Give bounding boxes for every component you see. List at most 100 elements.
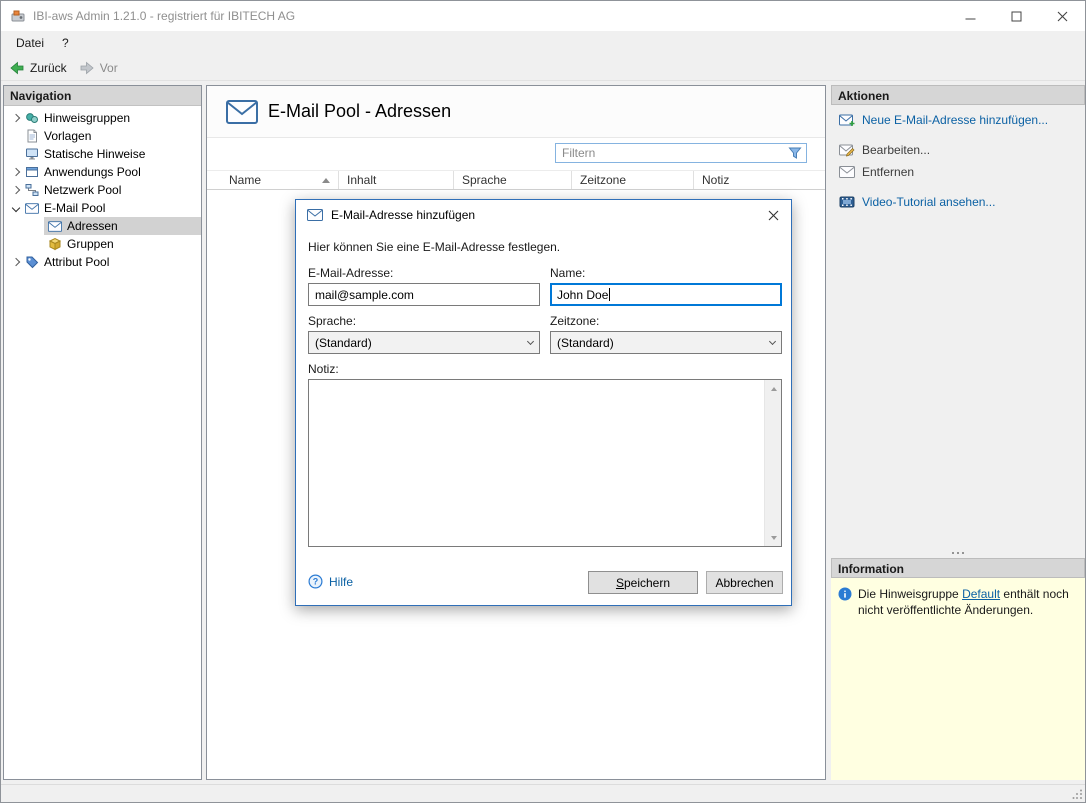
expand-toggle[interactable] bbox=[9, 169, 23, 175]
save-button[interactable]: Speichern bbox=[588, 571, 698, 594]
nav-item-anwendungs-pool[interactable]: Anwendungs Pool bbox=[4, 163, 201, 181]
nav-item-statische-hinweise[interactable]: Statische Hinweise bbox=[4, 145, 201, 163]
dialog-close-button[interactable] bbox=[755, 200, 791, 230]
column-label: Notiz bbox=[702, 173, 729, 187]
info-icon bbox=[838, 587, 852, 601]
forward-arrow-icon bbox=[79, 60, 95, 76]
chevron-down-icon bbox=[12, 204, 20, 212]
nav-item-attribut-pool[interactable]: Attribut Pool bbox=[4, 253, 201, 271]
envelope-icon bbox=[25, 203, 39, 214]
panel-splitter-handle[interactable] bbox=[831, 552, 1085, 554]
nav-item-label: Hinweisgruppen bbox=[44, 111, 130, 125]
column-header-inhalt[interactable]: Inhalt bbox=[339, 171, 454, 189]
nav-item-label: Netzwerk Pool bbox=[44, 183, 121, 197]
action-new-email-address[interactable]: Neue E-Mail-Adresse hinzufügen... bbox=[831, 109, 1085, 131]
help-link[interactable]: Hilfe bbox=[308, 574, 353, 589]
back-button[interactable]: Zurück bbox=[9, 60, 67, 76]
filter-box bbox=[555, 143, 807, 163]
maximize-button[interactable] bbox=[993, 1, 1039, 31]
video-icon bbox=[839, 195, 855, 209]
arrow-up-icon bbox=[771, 387, 777, 391]
action-edit[interactable]: Bearbeiten... bbox=[831, 139, 1085, 161]
close-button[interactable] bbox=[1039, 1, 1085, 31]
column-header-zeitzone[interactable]: Zeitzone bbox=[572, 171, 694, 189]
help-label: Hilfe bbox=[329, 575, 353, 589]
information-box: Die Hinweisgruppe Default enthält noch n… bbox=[831, 578, 1085, 780]
arrow-down-icon bbox=[771, 536, 777, 540]
action-video-tutorial[interactable]: Video-Tutorial ansehen... bbox=[831, 191, 1085, 213]
window-controls bbox=[947, 1, 1085, 31]
dialog-envelope-icon bbox=[307, 209, 323, 221]
chevron-right-icon bbox=[12, 258, 20, 266]
titlebar: IBI-aws Admin 1.21.0 - registriert für I… bbox=[1, 1, 1085, 31]
nav-item-label: E-Mail Pool bbox=[44, 201, 105, 215]
minimize-button[interactable] bbox=[947, 1, 993, 31]
column-header-name[interactable]: Name bbox=[207, 171, 339, 189]
scrollbar[interactable] bbox=[764, 380, 781, 546]
navigation-header: Navigation bbox=[4, 86, 201, 106]
column-header-notiz[interactable]: Notiz bbox=[694, 171, 825, 189]
menu-help[interactable]: ? bbox=[53, 33, 78, 53]
collapse-toggle[interactable] bbox=[9, 205, 23, 211]
email-pool-icon bbox=[226, 100, 258, 124]
chevron-right-icon bbox=[12, 168, 20, 176]
dropdown-button[interactable] bbox=[521, 332, 539, 353]
forward-label: Vor bbox=[100, 61, 118, 75]
nav-item-label: Attribut Pool bbox=[44, 255, 109, 269]
nav-item-netzwerk-pool[interactable]: Netzwerk Pool bbox=[4, 181, 201, 199]
default-link[interactable]: Default bbox=[962, 587, 1000, 601]
nav-item-adressen[interactable]: Adressen bbox=[44, 217, 201, 235]
nav-item-label: Statische Hinweise bbox=[44, 147, 145, 161]
language-label: Sprache: bbox=[308, 314, 356, 328]
nav-item-vorlagen[interactable]: Vorlagen bbox=[4, 127, 201, 145]
column-label: Name bbox=[229, 173, 261, 187]
action-remove[interactable]: Entfernen bbox=[831, 161, 1085, 183]
envelope-icon bbox=[48, 221, 62, 232]
email-label: E-Mail-Adresse: bbox=[308, 266, 393, 280]
column-label: Zeitzone bbox=[580, 173, 626, 187]
expand-toggle[interactable] bbox=[9, 115, 23, 121]
scroll-down-button[interactable] bbox=[765, 529, 782, 546]
resize-grip[interactable] bbox=[1072, 789, 1083, 800]
app-window: ? IBI-aws Admin 1.21.0 - registriert für… bbox=[0, 0, 1086, 803]
expand-toggle[interactable] bbox=[9, 259, 23, 265]
language-select[interactable]: (Standard) bbox=[308, 331, 540, 354]
expand-toggle[interactable] bbox=[9, 187, 23, 193]
envelope-edit-icon bbox=[839, 144, 855, 157]
envelope-add-icon bbox=[839, 114, 855, 127]
actions-panel: Neue E-Mail-Adresse hinzufügen... Bearbe… bbox=[831, 105, 1085, 558]
actions-header: Aktionen bbox=[831, 85, 1085, 105]
page-title: E-Mail Pool - Adressen bbox=[268, 101, 451, 122]
menu-datei[interactable]: Datei bbox=[7, 33, 53, 53]
app-window-icon bbox=[25, 165, 39, 179]
back-label: Zurück bbox=[30, 61, 67, 75]
action-label: Bearbeiten... bbox=[862, 143, 930, 157]
note-input[interactable] bbox=[308, 379, 782, 547]
dropdown-button[interactable] bbox=[763, 332, 781, 353]
filter-funnel-icon[interactable] bbox=[788, 146, 802, 160]
nav-item-email-pool[interactable]: E-Mail Pool bbox=[4, 199, 201, 217]
nav-item-hinweisgruppen[interactable]: Hinweisgruppen bbox=[4, 109, 201, 127]
forward-button[interactable]: Vor bbox=[79, 60, 118, 76]
scroll-up-button[interactable] bbox=[765, 380, 782, 397]
column-header-sprache[interactable]: Sprache bbox=[454, 171, 572, 189]
cancel-button[interactable]: Abbrechen bbox=[706, 571, 783, 594]
nav-item-gruppen[interactable]: Gruppen bbox=[44, 235, 201, 253]
chevron-down-icon bbox=[768, 338, 775, 345]
table-header: Name Inhalt Sprache Zeitzone Notiz bbox=[207, 170, 825, 190]
sort-ascending-icon bbox=[322, 178, 330, 183]
minimize-icon bbox=[965, 11, 976, 22]
action-label: Video-Tutorial ansehen... bbox=[862, 195, 995, 209]
dialog-titlebar: E-Mail-Adresse hinzufügen bbox=[296, 200, 791, 230]
save-label-accel: S bbox=[616, 576, 624, 590]
window-title: IBI-aws Admin 1.21.0 - registriert für I… bbox=[33, 9, 295, 23]
email-input[interactable] bbox=[308, 283, 540, 306]
filter-input[interactable] bbox=[556, 144, 788, 162]
timezone-select[interactable]: (Standard) bbox=[550, 331, 782, 354]
statusbar bbox=[1, 784, 1085, 802]
app-logo-icon bbox=[10, 8, 26, 24]
add-email-dialog: E-Mail-Adresse hinzufügen Hier können Si… bbox=[295, 199, 792, 606]
name-input[interactable]: John Doe bbox=[550, 283, 782, 306]
back-arrow-icon bbox=[9, 60, 25, 76]
note-label: Notiz: bbox=[308, 362, 339, 376]
